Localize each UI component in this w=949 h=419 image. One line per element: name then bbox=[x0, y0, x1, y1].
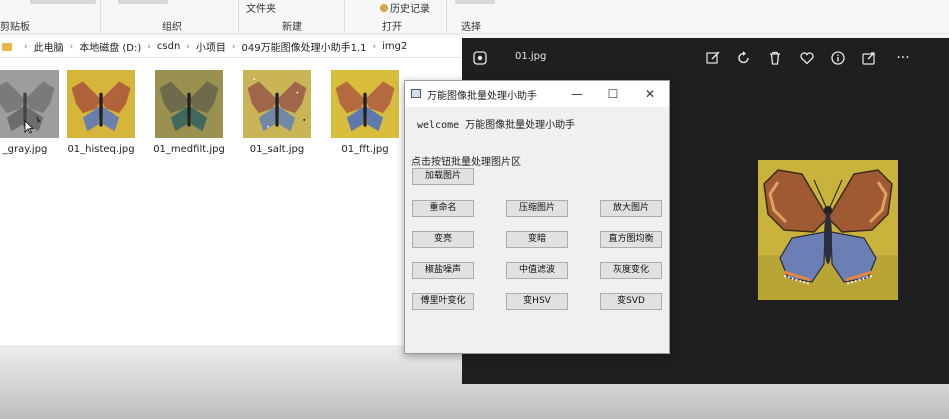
ribbon-group-open: 打开 bbox=[382, 22, 402, 33]
breadcrumb-project-folder[interactable]: 049万能图像处理小助手1.1 bbox=[242, 39, 367, 54]
file-name: 01_medfilt.jpg bbox=[153, 144, 225, 155]
breadcrumb-small-projects[interactable]: 小项目 bbox=[196, 39, 226, 54]
file-list: _gray.jpg 01_histeq.jpg 01_medfilt.jpg 0… bbox=[0, 58, 465, 348]
batch-area-label: 点击按钮批量处理图片区 bbox=[411, 157, 521, 168]
rotate-icon[interactable] bbox=[736, 50, 752, 66]
file-item[interactable]: 01_medfilt.jpg bbox=[148, 70, 230, 155]
brighten-button[interactable]: 变亮 bbox=[412, 231, 474, 248]
more-options-icon[interactable]: ··· bbox=[892, 50, 914, 66]
history-label: 历史记录 bbox=[390, 4, 430, 15]
ribbon-group-clipboard: 剪贴板 bbox=[0, 22, 30, 33]
gallery-icon[interactable] bbox=[472, 50, 488, 66]
history-icon bbox=[380, 4, 388, 12]
file-item[interactable]: 01_salt.jpg bbox=[236, 70, 318, 155]
ribbon-divider bbox=[238, 0, 239, 32]
tool-dialog: 万能图像批量处理小助手 — ☐ ✕ welcome 万能图像批量处理小助手 点击… bbox=[404, 80, 670, 354]
minimize-button[interactable]: — bbox=[562, 84, 592, 104]
ribbon-truncated-item bbox=[118, 0, 168, 4]
file-item[interactable]: 01_fft.jpg bbox=[324, 70, 406, 155]
file-name: 01_salt.jpg bbox=[249, 144, 305, 155]
share-icon[interactable] bbox=[861, 50, 877, 66]
ribbon-truncated-item bbox=[455, 0, 495, 4]
salt-pepper-noise-button[interactable]: 椒盐噪声 bbox=[412, 262, 474, 279]
close-button[interactable]: ✕ bbox=[635, 84, 665, 104]
chevron-right-icon: › bbox=[186, 41, 190, 52]
grayscale-button[interactable]: 灰度变化 bbox=[600, 262, 662, 279]
file-name: _gray.jpg bbox=[2, 144, 48, 155]
median-filter-button[interactable]: 中值滤波 bbox=[506, 262, 568, 279]
maximize-button[interactable]: ☐ bbox=[598, 84, 628, 104]
ribbon-history-button[interactable]: 历史记录 bbox=[380, 0, 430, 15]
dialog-title-bar[interactable]: 万能图像批量处理小助手 — ☐ ✕ bbox=[405, 81, 669, 107]
breadcrumb-img2[interactable]: img2 bbox=[382, 41, 407, 52]
viewer-filename: 01.jpg bbox=[515, 51, 547, 62]
dialog-title: 万能图像批量处理小助手 bbox=[427, 91, 537, 102]
chevron-right-icon: › bbox=[231, 41, 236, 52]
ribbon: 剪贴板 组织 文件夹 新建 历史记录 打开 选择 bbox=[0, 0, 949, 34]
enlarge-button[interactable]: 放大图片 bbox=[600, 200, 662, 217]
mouse-cursor-icon bbox=[24, 120, 34, 134]
ribbon-divider bbox=[100, 0, 101, 32]
ribbon-new-folder[interactable]: 文件夹 bbox=[246, 0, 276, 15]
favorite-icon[interactable] bbox=[799, 50, 815, 66]
histogram-equalize-button[interactable]: 直方图均衡 bbox=[600, 231, 662, 248]
folder-icon bbox=[2, 42, 12, 51]
fourier-transform-button[interactable]: 傅里叶变化 bbox=[412, 293, 474, 310]
compress-button[interactable]: 压缩图片 bbox=[506, 200, 568, 217]
breadcrumb-csdn[interactable]: csdn bbox=[157, 41, 180, 52]
app-window-icon bbox=[411, 89, 421, 98]
breadcrumb-drive-d[interactable]: 本地磁盘 (D:) bbox=[79, 39, 141, 54]
breadcrumb-this-pc[interactable]: 此电脑 bbox=[34, 39, 64, 54]
ribbon-group-organize: 组织 bbox=[162, 22, 182, 33]
ribbon-group-new: 新建 bbox=[282, 22, 302, 33]
chevron-right-icon: › bbox=[69, 41, 74, 52]
rename-button[interactable]: 重命名 bbox=[412, 200, 474, 217]
hsv-button[interactable]: 变HSV bbox=[506, 293, 568, 310]
viewer-toolbar: 01.jpg ··· bbox=[462, 38, 949, 78]
load-images-button[interactable]: 加载图片 bbox=[412, 168, 474, 185]
delete-icon[interactable] bbox=[767, 50, 783, 66]
ribbon-truncated-item bbox=[30, 0, 96, 4]
darken-button[interactable]: 变暗 bbox=[506, 231, 568, 248]
file-item[interactable]: _gray.jpg bbox=[0, 70, 66, 155]
file-item[interactable]: 01_histeq.jpg bbox=[60, 70, 142, 155]
info-icon[interactable] bbox=[830, 50, 846, 66]
viewer-photo bbox=[758, 160, 898, 300]
file-thumbnail bbox=[331, 70, 399, 138]
file-thumbnail bbox=[155, 70, 223, 138]
file-thumbnail bbox=[67, 70, 135, 138]
ribbon-group-select: 选择 bbox=[461, 22, 481, 33]
edit-icon[interactable] bbox=[705, 50, 721, 66]
address-bar[interactable]: › 此电脑 › 本地磁盘 (D:) › csdn › 小项目 › 049万能图像… bbox=[0, 36, 465, 58]
chevron-right-icon: › bbox=[372, 41, 377, 52]
welcome-text: welcome 万能图像批量处理小助手 bbox=[417, 120, 576, 131]
file-thumbnail bbox=[243, 70, 311, 138]
ribbon-divider bbox=[344, 0, 345, 32]
file-name: 01_fft.jpg bbox=[341, 144, 389, 155]
svd-button[interactable]: 变SVD bbox=[600, 293, 662, 310]
chevron-right-icon: › bbox=[24, 41, 28, 52]
ribbon-divider bbox=[446, 0, 447, 32]
chevron-right-icon: › bbox=[147, 41, 151, 52]
file-name: 01_histeq.jpg bbox=[67, 144, 135, 155]
